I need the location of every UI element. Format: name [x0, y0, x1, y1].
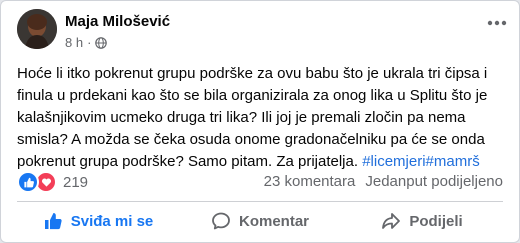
author-name[interactable]: Maja Milošević — [65, 13, 170, 30]
shares-count-link[interactable]: Jedanput podijeljeno — [365, 173, 503, 190]
avatar[interactable] — [17, 9, 57, 49]
hashtag-link[interactable]: #mamrš — [426, 153, 480, 170]
comments-count-link[interactable]: 23 komentara — [264, 173, 356, 190]
post-time[interactable]: 8 h — [65, 35, 83, 50]
hashtag-link[interactable]: #licemjeri — [362, 153, 425, 170]
reaction-count: 219 — [63, 173, 89, 191]
action-bar: Sviđa mi se Komentar Podijeli — [17, 203, 503, 239]
more-options-icon[interactable] — [485, 13, 509, 33]
meta-separator: · — [87, 35, 92, 50]
thumbs-up-icon — [44, 213, 62, 230]
globe-icon — [95, 36, 108, 49]
post-meta: 8 h · — [65, 35, 108, 50]
post-card: Maja Milošević 8 h · Hoće li itko pokren… — [0, 0, 520, 243]
comment-label: Komentar — [238, 212, 309, 230]
reactions-summary[interactable]: 219 — [17, 171, 88, 193]
share-label: Podijeli — [409, 212, 463, 230]
comment-icon — [212, 212, 230, 230]
post-stats: 23 komentara Jedanput podijeljeno — [264, 173, 503, 190]
comment-button[interactable]: Komentar — [179, 203, 341, 239]
like-button[interactable]: Sviđa mi se — [17, 203, 179, 239]
like-label: Sviđa mi se — [70, 212, 154, 230]
thumbs-up-icon — [17, 171, 39, 193]
share-icon — [382, 213, 401, 229]
post-body: Hoće li itko pokrenut grupu podrške za o… — [17, 63, 507, 173]
share-button[interactable]: Podijeli — [341, 203, 503, 239]
divider — [17, 201, 503, 202]
